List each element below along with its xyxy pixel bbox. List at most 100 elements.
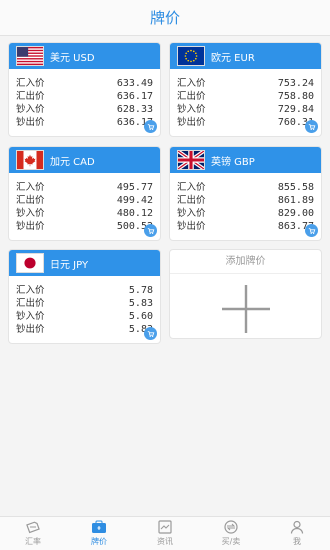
cart-icon[interactable] bbox=[305, 224, 318, 237]
rate-label: 钞出价 bbox=[177, 221, 206, 232]
tab-label: 资讯 bbox=[157, 537, 173, 546]
rate-value: 753.24 bbox=[277, 78, 314, 89]
rate-row-buy-cash: 钞入价 829.00 bbox=[177, 207, 314, 220]
currency-card-gbp[interactable]: 英镑 GBP 汇入价 855.58 汇出价 861.89 钞入价 829.00 钞出价… bbox=[169, 146, 322, 241]
rate-row-sell-cash: 钞出价 500.52 bbox=[16, 220, 153, 233]
tab-news[interactable]: 资讯 bbox=[132, 517, 198, 550]
tab-label: 牌价 bbox=[91, 537, 107, 546]
gb-flag-icon bbox=[177, 150, 205, 170]
rate-row-sell-cash: 钞出价 5.83 bbox=[16, 323, 153, 336]
tab-price-board[interactable]: 牌价 bbox=[66, 517, 132, 550]
rate-row-sell-cash: 钞出价 863.77 bbox=[177, 220, 314, 233]
rate-row-buy-transfer: 汇入价 633.49 bbox=[16, 77, 153, 90]
rate-row-buy-cash: 钞入价 729.84 bbox=[177, 103, 314, 116]
rate-row-sell-cash: 钞出价 760.31 bbox=[177, 116, 314, 129]
rate-label: 钞入价 bbox=[177, 104, 206, 115]
cart-icon[interactable] bbox=[144, 327, 157, 340]
plus-icon[interactable] bbox=[222, 285, 270, 333]
currency-name: 加元 CAD bbox=[50, 156, 95, 168]
rate-label: 钞出价 bbox=[177, 117, 206, 128]
rate-value: 758.80 bbox=[277, 91, 314, 102]
rate-label: 汇出价 bbox=[177, 91, 206, 102]
rate-label: 钞入价 bbox=[16, 208, 45, 219]
jp-flag-icon bbox=[16, 253, 44, 273]
rate-value: 5.83 bbox=[128, 298, 153, 309]
rate-value: 628.33 bbox=[116, 104, 153, 115]
rate-label: 钞出价 bbox=[16, 324, 45, 335]
rate-label: 钞出价 bbox=[16, 117, 45, 128]
rate-value: 829.00 bbox=[277, 208, 314, 219]
tab-label: 我 bbox=[293, 537, 301, 546]
add-price-card[interactable]: 添加牌价 bbox=[169, 249, 322, 339]
rate-label: 钞入价 bbox=[177, 208, 206, 219]
rate-label: 钞入价 bbox=[16, 104, 45, 115]
rate-label: 汇入价 bbox=[16, 78, 45, 89]
rate-row-sell-transfer: 汇出价 861.89 bbox=[177, 194, 314, 207]
tab-exchange-rate[interactable]: 汇率 bbox=[0, 517, 66, 550]
rate-value: 5.60 bbox=[128, 311, 153, 322]
rate-label: 汇入价 bbox=[177, 78, 206, 89]
tab-profile[interactable]: 我 bbox=[264, 517, 330, 550]
cart-icon[interactable] bbox=[144, 224, 157, 237]
add-price-label: 添加牌价 bbox=[170, 250, 321, 274]
trade-icon bbox=[223, 520, 239, 534]
tab-trade[interactable]: 买/卖 bbox=[198, 517, 264, 550]
currency-card-cad[interactable]: 加元 CAD 汇入价 495.77 汇出价 499.42 钞入价 480.12 钞出价… bbox=[8, 146, 161, 241]
rate-value: 636.17 bbox=[116, 91, 153, 102]
cart-icon[interactable] bbox=[305, 120, 318, 133]
card-header: 欧元 EUR bbox=[170, 43, 321, 69]
rate-row-buy-transfer: 汇入价 495.77 bbox=[16, 181, 153, 194]
news-icon bbox=[157, 520, 173, 534]
rate-label: 汇出价 bbox=[177, 195, 206, 206]
rate-row-buy-cash: 钞入价 5.60 bbox=[16, 310, 153, 323]
rate-label: 钞出价 bbox=[16, 221, 45, 232]
rate-label: 汇入价 bbox=[177, 182, 206, 193]
rate-row-buy-cash: 钞入价 628.33 bbox=[16, 103, 153, 116]
rate-row-buy-transfer: 汇入价 855.58 bbox=[177, 181, 314, 194]
top-bar: 牌价 bbox=[0, 0, 330, 36]
card-header: 加元 CAD bbox=[9, 147, 160, 173]
price-board-icon bbox=[91, 520, 107, 534]
cart-icon[interactable] bbox=[144, 120, 157, 133]
rate-value: 495.77 bbox=[116, 182, 153, 193]
rate-label: 汇出价 bbox=[16, 195, 45, 206]
card-header: 日元 JPY bbox=[9, 250, 160, 276]
tab-label: 买/卖 bbox=[221, 537, 241, 546]
rate-value: 633.49 bbox=[116, 78, 153, 89]
rate-row-sell-transfer: 汇出价 758.80 bbox=[177, 90, 314, 103]
rate-value: 499.42 bbox=[116, 195, 153, 206]
rate-row-buy-transfer: 汇入价 753.24 bbox=[177, 77, 314, 90]
currency-card-jpy[interactable]: 日元 JPY 汇入价 5.78 汇出价 5.83 钞入价 5.60 钞出价 5.83 bbox=[8, 249, 161, 344]
currency-name: 英镑 GBP bbox=[211, 156, 255, 168]
rate-label: 钞入价 bbox=[16, 311, 45, 322]
rate-value: 729.84 bbox=[277, 104, 314, 115]
exchange-rate-icon bbox=[25, 520, 41, 534]
rate-value: 480.12 bbox=[116, 208, 153, 219]
ca-flag-icon bbox=[16, 150, 44, 170]
profile-icon bbox=[289, 520, 305, 534]
page-title: 牌价 bbox=[149, 9, 180, 27]
rate-row-buy-cash: 钞入价 480.12 bbox=[16, 207, 153, 220]
currency-name: 欧元 EUR bbox=[211, 52, 255, 64]
rate-row-buy-transfer: 汇入价 5.78 bbox=[16, 284, 153, 297]
rate-value: 861.89 bbox=[277, 195, 314, 206]
rate-label: 汇出价 bbox=[16, 91, 45, 102]
currency-card-usd[interactable]: 美元 USD 汇入价 633.49 汇出价 636.17 钞入价 628.33 钞出价… bbox=[8, 42, 161, 137]
rate-row-sell-transfer: 汇出价 636.17 bbox=[16, 90, 153, 103]
bottom-tab-bar: 汇率 牌价 资讯 买/卖 我 bbox=[0, 516, 330, 550]
rate-value: 855.58 bbox=[277, 182, 314, 193]
rate-row-sell-cash: 钞出价 636.17 bbox=[16, 116, 153, 129]
card-header: 美元 USD bbox=[9, 43, 160, 69]
currency-name: 美元 USD bbox=[50, 52, 95, 64]
rate-label: 汇入价 bbox=[16, 182, 45, 193]
rate-label: 汇入价 bbox=[16, 285, 45, 296]
eu-flag-icon bbox=[177, 46, 205, 66]
rate-row-sell-transfer: 汇出价 5.83 bbox=[16, 297, 153, 310]
rate-label: 汇出价 bbox=[16, 298, 45, 309]
tab-label: 汇率 bbox=[25, 537, 41, 546]
rate-row-sell-transfer: 汇出价 499.42 bbox=[16, 194, 153, 207]
card-header: 英镑 GBP bbox=[170, 147, 321, 173]
us-flag-icon bbox=[16, 46, 44, 66]
rate-value: 5.78 bbox=[128, 285, 153, 296]
currency-card-eur[interactable]: 欧元 EUR 汇入价 753.24 汇出价 758.80 钞入价 729.84 钞出价… bbox=[169, 42, 322, 137]
